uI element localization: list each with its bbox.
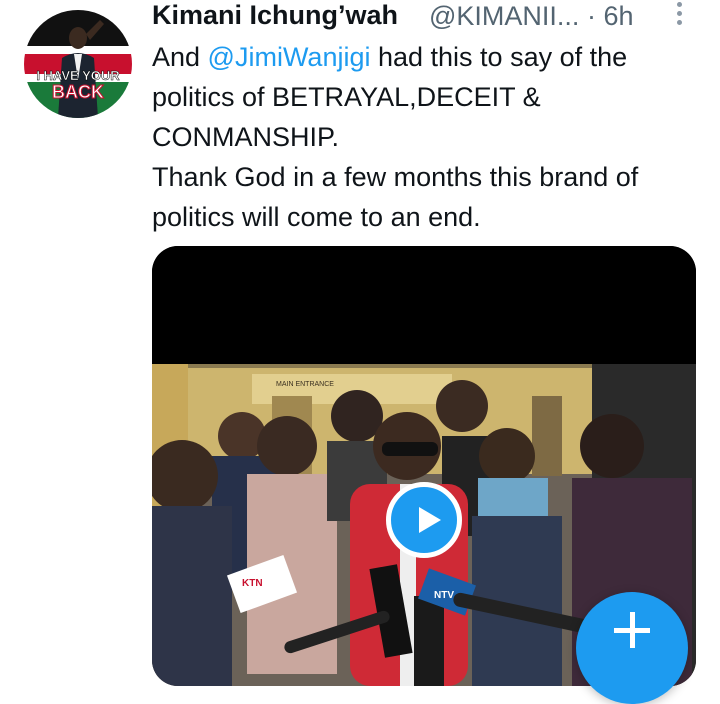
plus-icon	[612, 610, 652, 650]
svg-text:BACK: BACK	[52, 82, 104, 102]
author-meta[interactable]: @KIMANII... · 6h	[429, 1, 634, 32]
tweet-time[interactable]: 6h	[603, 1, 633, 31]
more-vertical-icon[interactable]	[672, 2, 686, 30]
separator: ·	[586, 1, 596, 31]
mic-label-ktn: KTN	[242, 578, 263, 589]
compose-button[interactable]	[576, 592, 688, 704]
svg-text:I HAVE YOUR: I HAVE YOUR	[36, 68, 120, 83]
author-handle[interactable]: @KIMANII...	[429, 1, 579, 31]
tweet-text: And @JimiWanjigi had this to say of the …	[152, 37, 697, 237]
video-sign-text: MAIN ENTRANCE	[276, 381, 334, 388]
tweet-paragraph-1: And @JimiWanjigi had this to say of the …	[152, 37, 697, 157]
avatar-image: I HAVE YOUR BACK	[24, 10, 132, 118]
author-name[interactable]: Kimani Ichung’wah	[152, 0, 398, 31]
tweet-header: Kimani Ichung’wah @KIMANII... · 6h	[152, 0, 692, 34]
tweet-paragraph-2: Thank God in a few months this brand of …	[152, 162, 639, 232]
tweet-prefix: And	[152, 42, 208, 72]
avatar[interactable]: I HAVE YOUR BACK	[24, 10, 132, 118]
play-icon[interactable]	[386, 482, 462, 558]
mention-link[interactable]: @JimiWanjigi	[208, 42, 371, 72]
mic-label-ntv: NTV	[434, 590, 454, 601]
